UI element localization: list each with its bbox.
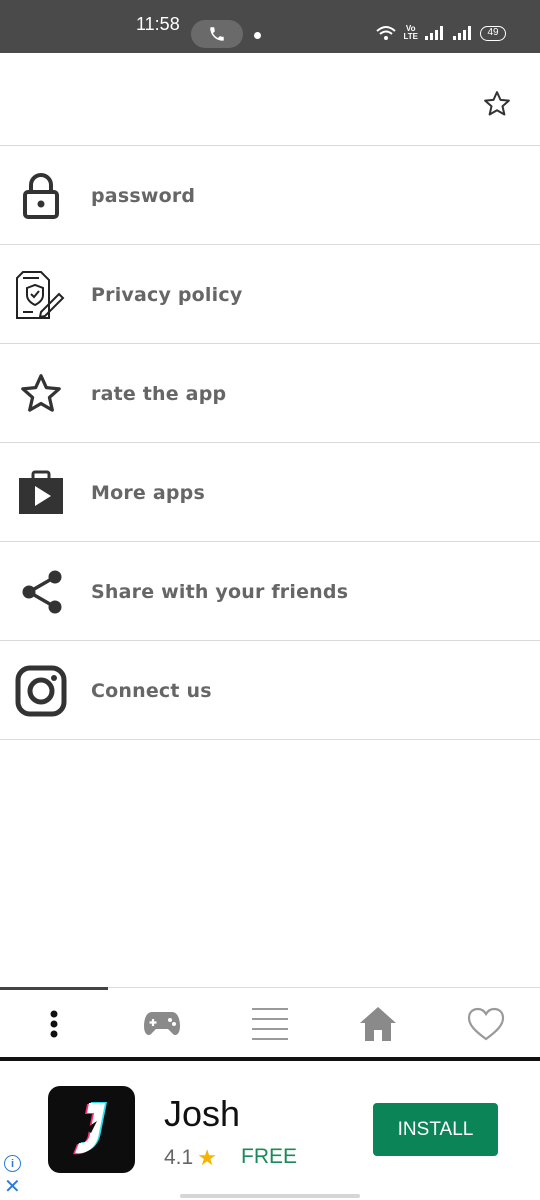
- status-icons: Vo LTE 49: [375, 23, 506, 43]
- instagram-icon: [13, 665, 69, 717]
- menu-item-password[interactable]: password: [0, 146, 540, 245]
- settings-menu: password Privacy policy rate the app Mor…: [0, 146, 540, 740]
- menu-item-privacy-policy[interactable]: Privacy policy: [0, 245, 540, 344]
- lock-icon: [13, 170, 69, 222]
- play-store-bag-icon: [13, 467, 69, 519]
- star-outline-icon: [13, 368, 69, 420]
- josh-app-logo[interactable]: [48, 1086, 135, 1173]
- ad-price: FREE: [241, 1145, 298, 1168]
- home-indicator[interactable]: [180, 1194, 360, 1198]
- signal-icon-2: [453, 26, 471, 40]
- status-bar: 11:58 Vo LTE 49: [0, 0, 540, 53]
- ad-app-name[interactable]: Josh: [164, 1093, 240, 1135]
- menu-label: Share with your friends: [91, 580, 349, 603]
- more-vertical-icon: [50, 1010, 58, 1038]
- wifi-icon: [376, 26, 397, 40]
- active-tab-indicator: [0, 987, 108, 990]
- volte-label: Vo LTE: [403, 24, 418, 41]
- app-bar: [0, 53, 540, 146]
- nav-home[interactable]: [353, 1002, 403, 1046]
- nav-favorites[interactable]: [461, 1002, 511, 1046]
- share-icon: [13, 566, 69, 618]
- list-icon: [252, 1008, 288, 1040]
- menu-item-more-apps[interactable]: More apps: [0, 443, 540, 542]
- ongoing-call-indicator[interactable]: [191, 20, 243, 48]
- ad-rating-value: 4.1: [164, 1146, 194, 1169]
- privacy-document-icon: [13, 269, 69, 321]
- status-time: 11:58: [136, 14, 180, 34]
- phone-icon: [210, 27, 224, 41]
- star-outline-icon[interactable]: [482, 89, 512, 119]
- heart-icon: [467, 1007, 505, 1041]
- menu-item-share[interactable]: Share with your friends: [0, 542, 540, 641]
- home-icon: [360, 1007, 396, 1041]
- menu-label: Privacy policy: [91, 283, 243, 306]
- menu-label: More apps: [91, 481, 205, 504]
- ad-banner[interactable]: Josh 4.1 ★ FREE INSTALL i ✕: [0, 1065, 540, 1200]
- menu-label: password: [91, 184, 196, 207]
- ad-close-icon[interactable]: ✕: [4, 1177, 21, 1197]
- battery-icon: 49: [480, 25, 506, 41]
- menu-item-rate-app[interactable]: rate the app: [0, 344, 540, 443]
- rating-star-icon: ★: [197, 1145, 217, 1170]
- notification-dot: [254, 32, 261, 39]
- nav-games[interactable]: [137, 1002, 187, 1046]
- ad-info-icon[interactable]: i: [4, 1155, 21, 1172]
- install-button[interactable]: INSTALL: [373, 1103, 498, 1156]
- bottom-navigation: [0, 987, 540, 1061]
- nav-list[interactable]: [245, 1002, 295, 1046]
- menu-label: Connect us: [91, 679, 212, 702]
- ad-rating: 4.1 ★: [164, 1145, 217, 1171]
- menu-item-connect[interactable]: Connect us: [0, 641, 540, 740]
- menu-label: rate the app: [91, 382, 227, 405]
- nav-more[interactable]: [29, 1002, 79, 1046]
- gamepad-icon: [144, 1012, 180, 1035]
- signal-icon: [425, 26, 443, 40]
